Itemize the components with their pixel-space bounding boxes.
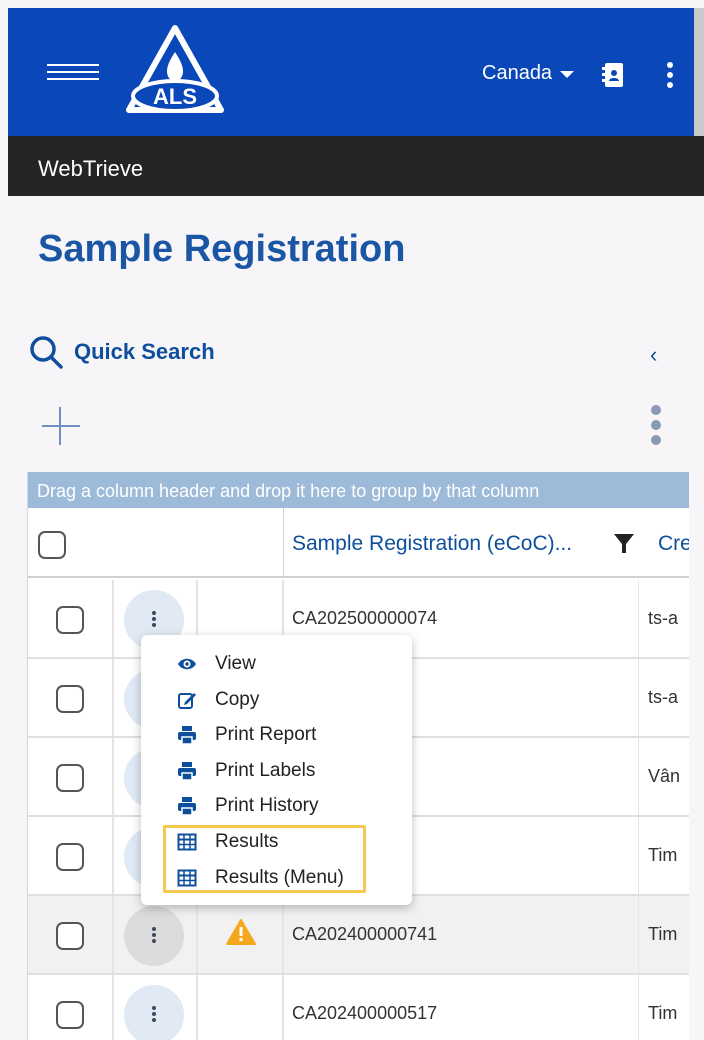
creator-cell: ts-a <box>648 608 679 628</box>
warning-icon <box>226 919 256 945</box>
grid-options-icon[interactable] <box>650 405 662 445</box>
contact-book-icon[interactable] <box>601 62 625 88</box>
top-header: ALS Canada <box>8 8 694 136</box>
eye-icon <box>178 658 196 670</box>
row-menu-button[interactable] <box>124 906 184 966</box>
more-options-icon[interactable] <box>665 62 675 90</box>
region-label: Canada <box>482 62 553 84</box>
printer-icon <box>178 762 196 781</box>
row-menu-button[interactable] <box>124 985 184 1040</box>
app-title: WebTrieve <box>38 156 144 181</box>
sample-id: CA202400000741 <box>292 924 438 944</box>
creator-cell: ts-a <box>648 687 679 707</box>
menu-item-view[interactable]: View <box>177 649 256 679</box>
creator-cell: Tim <box>648 845 678 865</box>
collapse-chevron-icon[interactable]: ‹ <box>650 342 666 368</box>
hamburger-menu-icon[interactable] <box>47 64 99 84</box>
app-bar: WebTrieve <box>8 136 704 196</box>
column-divider <box>283 508 284 578</box>
more-vertical-icon <box>152 927 156 945</box>
add-icon[interactable] <box>40 405 82 447</box>
table-icon <box>177 833 197 851</box>
column-header-creator[interactable]: Cre <box>658 532 689 556</box>
search-icon <box>30 336 63 369</box>
table-row[interactable]: CA202400000517 Tim <box>28 975 689 1040</box>
menu-item-results-menu[interactable]: Results (Menu) <box>177 863 344 893</box>
printer-icon <box>178 797 196 816</box>
sample-id: CA202500000074 <box>292 608 438 628</box>
row-checkbox[interactable] <box>56 606 84 634</box>
logo-text: ALS <box>153 84 197 109</box>
printer-icon <box>178 726 196 745</box>
page-title: Sample Registration <box>38 228 406 270</box>
row-checkbox[interactable] <box>56 922 84 950</box>
creator-cell: Tim <box>648 1003 678 1023</box>
row-context-menu: View Copy Print Report Print Labels Prin… <box>141 635 412 905</box>
region-selector[interactable]: Canada <box>482 62 575 85</box>
sample-id: CA202400000517 <box>292 1003 438 1023</box>
scrollbar[interactable] <box>694 8 704 136</box>
menu-item-print-report[interactable]: Print Report <box>177 720 316 750</box>
row-checkbox[interactable] <box>56 1001 84 1029</box>
menu-item-results[interactable]: Results <box>177 827 278 857</box>
menu-item-copy[interactable]: Copy <box>177 685 259 715</box>
row-checkbox[interactable] <box>56 764 84 792</box>
more-vertical-icon <box>152 611 156 629</box>
als-logo[interactable]: ALS <box>123 24 227 116</box>
menu-item-print-labels[interactable]: Print Labels <box>177 756 315 786</box>
row-checkbox[interactable] <box>56 843 84 871</box>
select-all-checkbox[interactable] <box>38 531 66 559</box>
creator-cell: Vân <box>648 766 681 786</box>
more-vertical-icon <box>152 1006 156 1024</box>
quick-search-toggle[interactable]: Quick Search <box>28 334 215 370</box>
table-row[interactable]: CA202400000741 Tim <box>28 896 689 975</box>
filter-icon[interactable] <box>613 532 635 554</box>
row-checkbox[interactable] <box>56 685 84 713</box>
edit-icon <box>178 693 196 709</box>
chevron-down-icon <box>560 71 575 78</box>
menu-item-print-history[interactable]: Print History <box>177 791 318 821</box>
column-header-sample-registration[interactable]: Sample Registration (eCoC)... <box>292 532 572 556</box>
creator-cell: Tim <box>648 924 678 944</box>
grid-header-row: Sample Registration (eCoC)... Cre <box>28 508 689 578</box>
quick-search-label: Quick Search <box>74 339 215 364</box>
group-panel[interactable]: Drag a column header and drop it here to… <box>28 472 689 508</box>
table-icon <box>177 869 197 887</box>
